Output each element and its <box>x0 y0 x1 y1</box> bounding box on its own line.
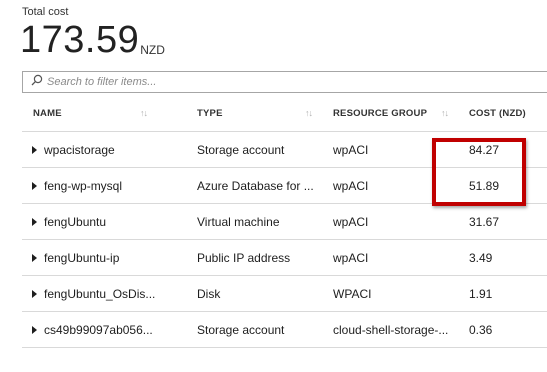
type-cell: Azure Database for ... <box>197 178 314 193</box>
cost-cell: 31.67 <box>469 214 500 229</box>
name-cell: fengUbuntu <box>22 204 197 239</box>
column-header-name[interactable]: NAME ↑↓ <box>22 96 197 131</box>
resource-name: fengUbuntu <box>44 214 107 229</box>
column-header-type[interactable]: TYPE ↑↓ <box>197 96 333 131</box>
sort-icon[interactable]: ↑↓ <box>305 108 313 118</box>
search-icon <box>31 73 43 91</box>
sort-icon[interactable]: ↑↓ <box>441 108 449 118</box>
resource-name: cs49b99097ab056... <box>44 322 153 337</box>
column-header-name-label: NAME <box>33 108 62 119</box>
sort-icon[interactable]: ↑↓ <box>140 108 148 118</box>
expand-caret-icon[interactable] <box>32 289 37 298</box>
table-row[interactable]: feng-wp-mysql Azure Database for ... wpA… <box>22 168 547 204</box>
column-header-cost[interactable]: COST (NZD) <box>469 96 547 131</box>
search-input[interactable] <box>47 76 507 88</box>
cost-table: NAME ↑↓ TYPE ↑↓ RESOURCE GROUP ↑↓ COST (… <box>22 96 547 348</box>
column-header-resource-group-label: RESOURCE GROUP <box>333 108 428 119</box>
table-row[interactable]: fengUbuntu Virtual machine wpACI 31.67 <box>22 204 547 240</box>
name-cell: wpacistorage <box>22 132 197 167</box>
type-cell: Storage account <box>197 142 285 157</box>
table-row[interactable]: fengUbuntu_OsDis... Disk WPACI 1.91 <box>22 276 547 312</box>
cost-cell: 3.49 <box>469 250 493 265</box>
total-cost-currency: NZD <box>140 43 165 57</box>
type-cell: Storage account <box>197 322 285 337</box>
resource-name: fengUbuntu_OsDis... <box>44 286 156 301</box>
name-cell: fengUbuntu_OsDis... <box>22 276 197 311</box>
name-cell: feng-wp-mysql <box>22 168 197 203</box>
expand-caret-icon[interactable] <box>32 253 37 262</box>
expand-caret-icon[interactable] <box>32 145 37 154</box>
cost-cell: 51.89 <box>469 178 500 193</box>
total-cost-label: Total cost <box>22 6 69 18</box>
table-row[interactable]: wpacistorage Storage account wpACI 84.27 <box>22 132 547 168</box>
resource-group-cell: WPACI <box>333 286 372 301</box>
resource-group-cell: wpACI <box>333 214 369 229</box>
cost-cell: 1.91 <box>469 286 493 301</box>
expand-caret-icon[interactable] <box>32 325 37 334</box>
resource-name: feng-wp-mysql <box>44 178 123 193</box>
cost-cell: 0.36 <box>469 322 493 337</box>
table-header: NAME ↑↓ TYPE ↑↓ RESOURCE GROUP ↑↓ COST (… <box>22 96 547 132</box>
resource-name: wpacistorage <box>44 142 115 157</box>
cost-cell: 84.27 <box>469 142 500 157</box>
name-cell: cs49b99097ab056... <box>22 312 197 347</box>
total-cost-value: 173.59 <box>20 19 140 61</box>
expand-caret-icon[interactable] <box>32 217 37 226</box>
table-row[interactable]: cs49b99097ab056... Storage account cloud… <box>22 312 547 348</box>
table-row[interactable]: fengUbuntu-ip Public IP address wpACI 3.… <box>22 240 547 276</box>
resource-group-cell: wpACI <box>333 142 369 157</box>
resource-group-cell: cloud-shell-storage-... <box>333 322 449 337</box>
filter-box[interactable] <box>22 71 547 93</box>
column-header-type-label: TYPE <box>197 108 223 119</box>
type-cell: Public IP address <box>197 250 291 265</box>
expand-caret-icon[interactable] <box>32 181 37 190</box>
column-header-cost-label: COST (NZD) <box>469 108 526 119</box>
total-cost: 173.59 NZD <box>20 19 165 61</box>
resource-group-cell: wpACI <box>333 178 369 193</box>
type-cell: Disk <box>197 286 221 301</box>
name-cell: fengUbuntu-ip <box>22 240 197 275</box>
column-header-resource-group[interactable]: RESOURCE GROUP ↑↓ <box>333 96 469 131</box>
type-cell: Virtual machine <box>197 214 280 229</box>
resource-group-cell: wpACI <box>333 250 369 265</box>
resource-name: fengUbuntu-ip <box>44 250 120 265</box>
